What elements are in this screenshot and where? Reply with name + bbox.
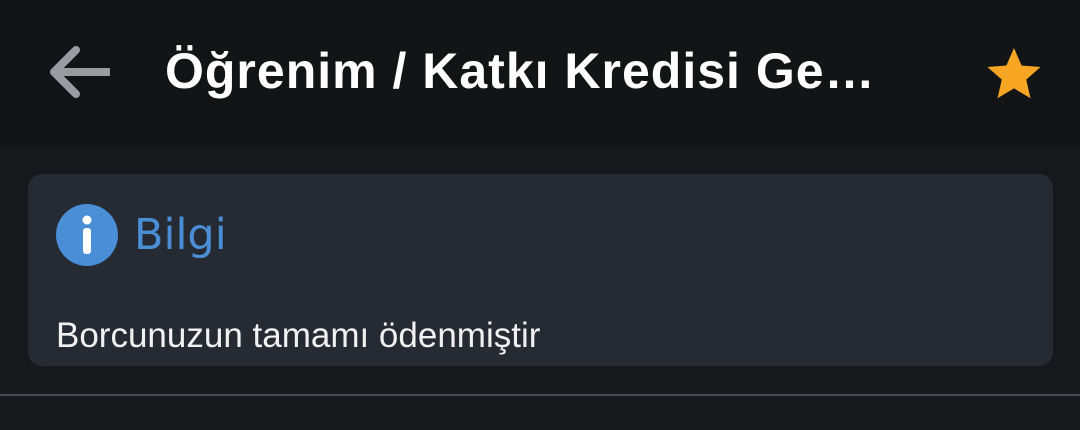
info-card-message: Borcunuzun tamamı ödenmiştir (56, 316, 541, 355)
info-card-title: Bilgi (134, 210, 227, 260)
info-icon (56, 204, 118, 266)
arrow-left-icon (50, 46, 110, 98)
page-title: Öğrenim / Katkı Kredisi Ge… (165, 43, 876, 99)
content-area: Bilgi Borcunuzun tamamı ödenmiştir (0, 148, 1080, 430)
info-card: Bilgi Borcunuzun tamamı ödenmiştir (28, 174, 1053, 366)
favorite-button[interactable] (982, 42, 1046, 106)
back-button[interactable] (44, 40, 112, 104)
star-icon (987, 48, 1041, 99)
divider (0, 394, 1080, 396)
app-header: Öğrenim / Katkı Kredisi Ge… (0, 0, 1080, 148)
